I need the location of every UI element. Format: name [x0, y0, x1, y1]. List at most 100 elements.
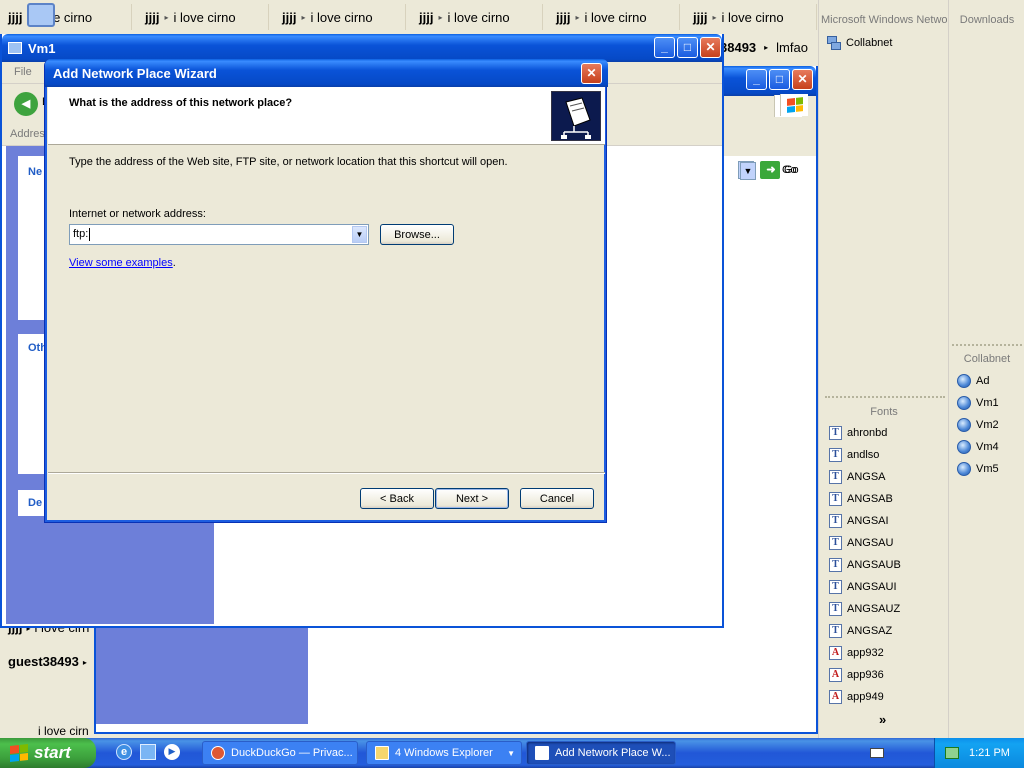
- network-tray-icon[interactable]: [945, 747, 959, 759]
- opentype-font-icon: A: [829, 690, 842, 704]
- menu-file[interactable]: File: [14, 66, 32, 78]
- font-item[interactable]: T ANGSAZ: [829, 624, 892, 638]
- computer-icon: [957, 440, 971, 454]
- vm1-go-button[interactable]: ➜ Go: [762, 161, 799, 179]
- chat-strip-cell: jjjj ▸ i love cirno: [548, 4, 680, 30]
- computer-icon: [957, 418, 971, 432]
- font-item[interactable]: Aapp936: [829, 668, 884, 682]
- chat-message: lmfao: [776, 40, 808, 55]
- chat-behind-bottom: jjjj▸ i love cirn guest38493▸ i love cir…: [0, 610, 96, 738]
- font-item[interactable]: T ANGSAB: [829, 492, 893, 506]
- back-arrow-icon[interactable]: ◀: [14, 92, 38, 116]
- chat-strip-cell: jjjj ▸ i love cirno: [411, 4, 543, 30]
- wizard-heading: What is the address of this network plac…: [69, 97, 293, 109]
- examples-row: View some examples.: [69, 257, 176, 269]
- font-item[interactable]: Tandlso: [829, 448, 879, 462]
- windows-logo-icon: [780, 94, 808, 116]
- address-combobox[interactable]: ftp: ▼: [69, 224, 369, 245]
- media-player-icon[interactable]: ▶: [164, 744, 180, 760]
- font-item-label: ANGSA: [847, 471, 886, 483]
- windows-flag-icon: [10, 744, 28, 762]
- add-network-place-wizard: Add Network Place Wizard ✕ What is the a…: [44, 59, 608, 523]
- collabnet-item[interactable]: Ad: [957, 374, 989, 388]
- browse-button[interactable]: Browse...: [380, 224, 454, 245]
- font-item[interactable]: T ANGSAUB: [829, 558, 901, 572]
- font-item[interactable]: Aapp932: [829, 646, 884, 660]
- go-arrow-icon: ➜: [762, 161, 780, 179]
- font-item-label: ANGSAUZ: [847, 603, 901, 615]
- collabnet-item-label: Ad: [976, 375, 990, 387]
- show-desktop-icon[interactable]: [140, 744, 156, 760]
- font-item-label: ANGSAZ: [847, 625, 893, 637]
- font-item[interactable]: Aapp949: [829, 690, 884, 704]
- collabnet-item[interactable]: Vm4: [957, 440, 999, 454]
- network-item-label: Collabnet: [846, 37, 893, 49]
- back-button[interactable]: < Back: [360, 488, 434, 509]
- font-item[interactable]: T ANGSAI: [829, 514, 889, 528]
- vm1-address-dropdown-arrow[interactable]: ▼: [740, 162, 756, 180]
- font-item-label: app932: [847, 647, 884, 659]
- cancel-button[interactable]: Cancel: [520, 488, 594, 509]
- address-caret: [89, 228, 90, 241]
- collabnet-item[interactable]: Vm2: [957, 418, 999, 432]
- chat-message: i love cirno: [584, 9, 647, 25]
- duckduckgo-icon: [211, 746, 225, 760]
- collabnet-item-label: Vm1: [976, 397, 999, 409]
- wizard-header: What is the address of this network plac…: [48, 87, 605, 145]
- truetype-font-icon: T: [829, 492, 842, 506]
- more-chevron-icon[interactable]: »: [879, 712, 886, 727]
- font-item[interactable]: Tahronbd: [829, 426, 887, 440]
- font-item-label: ANGSAU: [847, 537, 894, 549]
- network-panel-title: Microsoft Windows Network: [821, 14, 949, 26]
- font-item[interactable]: T ANGSA: [829, 470, 886, 484]
- keyboard-icon[interactable]: [870, 748, 884, 758]
- chevron-down-icon: ▼: [507, 748, 515, 758]
- maximize-button[interactable]: □: [677, 37, 698, 58]
- collabnet-item[interactable]: Vm1: [957, 396, 999, 410]
- taskbar-button[interactable]: Add Network Place W...: [526, 741, 676, 765]
- collabnet-item[interactable]: Vm5: [957, 462, 999, 476]
- taskbar-button-label: Add Network Place W...: [555, 747, 671, 759]
- maximize-button[interactable]: □: [769, 69, 790, 90]
- taskbar-button[interactable]: 4 Windows Explorer ▼: [366, 741, 522, 765]
- collabnet-item-label: Vm4: [976, 441, 999, 453]
- wizard-close-button[interactable]: ✕: [581, 63, 602, 84]
- chevron-right-icon: ▸: [712, 12, 717, 22]
- vm1-titlebar[interactable]: Vm1: [2, 34, 722, 62]
- system-tray: 1:21 PM: [934, 738, 1024, 768]
- computer-icon: [957, 462, 971, 476]
- wizard-footer-divider: [48, 472, 605, 474]
- next-button[interactable]: Next >: [435, 488, 509, 509]
- close-button[interactable]: ✕: [792, 69, 813, 90]
- network-folder-icon: [551, 91, 601, 141]
- opentype-font-icon: A: [829, 668, 842, 682]
- chevron-right-icon: ▸: [438, 12, 443, 22]
- internet-explorer-icon[interactable]: e: [116, 744, 132, 760]
- minimize-button[interactable]: _: [654, 37, 675, 58]
- close-button[interactable]: ✕: [700, 37, 721, 58]
- collabnet-panel: Collabnet Ad Vm1 Vm2 Vm4 Vm5: [948, 340, 1024, 738]
- fonts-panel: Fonts Tahronbd Tandlso T ANGSA T ANGSAB T ANGSA…: [818, 392, 948, 738]
- start-button[interactable]: start: [0, 738, 96, 768]
- truetype-font-icon: T: [829, 602, 842, 616]
- font-item[interactable]: T ANGSAUI: [829, 580, 897, 594]
- address-label: Internet or network address:: [69, 208, 206, 220]
- font-item-label: ANGSAB: [847, 493, 893, 505]
- chat-user: jjjj: [282, 9, 297, 25]
- chevron-down-icon[interactable]: ▼: [352, 226, 367, 243]
- font-item[interactable]: T ANGSAU: [829, 536, 893, 550]
- chat-message: i love cirno: [173, 9, 236, 25]
- font-item[interactable]: T ANGSAUZ: [829, 602, 900, 616]
- taskbar-button[interactable]: DuckDuckGo — Privac...: [202, 741, 358, 765]
- collabnet-item-label: Vm5: [976, 463, 999, 475]
- network-item-collabnet[interactable]: Collabnet: [827, 36, 892, 50]
- wizard-titlebar[interactable]: Add Network Place Wizard: [45, 59, 608, 87]
- minimize-button[interactable]: _: [746, 69, 767, 90]
- font-item-label: ANGSAUB: [847, 559, 901, 571]
- chat-strip: jjjj▸love cirnojjjj▸i love cirnojjjj▸i l…: [0, 0, 818, 34]
- address-field[interactable]: ftp:: [73, 228, 88, 240]
- view-examples-link[interactable]: View some examples: [69, 257, 173, 269]
- chevron-right-icon: ▸: [164, 12, 169, 22]
- quick-launch: e ▶: [116, 744, 180, 760]
- chat-user: jjjj: [556, 9, 571, 25]
